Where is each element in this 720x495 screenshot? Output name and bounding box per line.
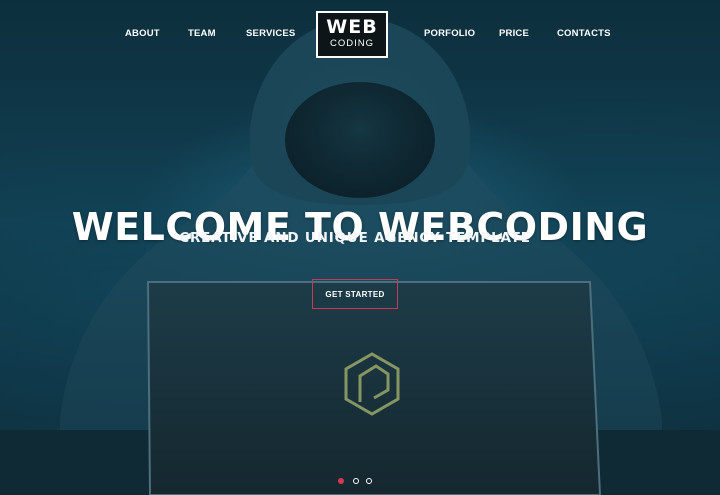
get-started-button[interactable]: GET STARTED <box>312 279 398 309</box>
nav-link-about[interactable]: ABOUT <box>125 28 160 39</box>
nav-link-price[interactable]: PRICE <box>499 28 529 39</box>
nav-link-team[interactable]: TEAM <box>188 28 216 39</box>
nav-link-contacts[interactable]: CONTACTS <box>557 28 611 39</box>
nav-link-services[interactable]: SERVICES <box>246 28 295 39</box>
nav-link-portfolio[interactable]: PORFOLIO <box>424 28 475 39</box>
site-logo[interactable]: WEB CODING <box>316 11 388 58</box>
slider-dot-2[interactable] <box>353 478 359 484</box>
logo-text-primary: WEB <box>326 16 378 38</box>
logo-text-secondary: CODING <box>330 38 374 49</box>
main-navigation: ABOUT TEAM SERVICES WEB CODING PORFOLIO … <box>0 0 720 70</box>
hero-subheadline: CREATIVE AND UNIQUE AGENCY TEMPLATE <box>179 230 531 246</box>
slider-dot-3[interactable] <box>366 478 372 484</box>
slider-dot-1[interactable] <box>338 478 344 484</box>
